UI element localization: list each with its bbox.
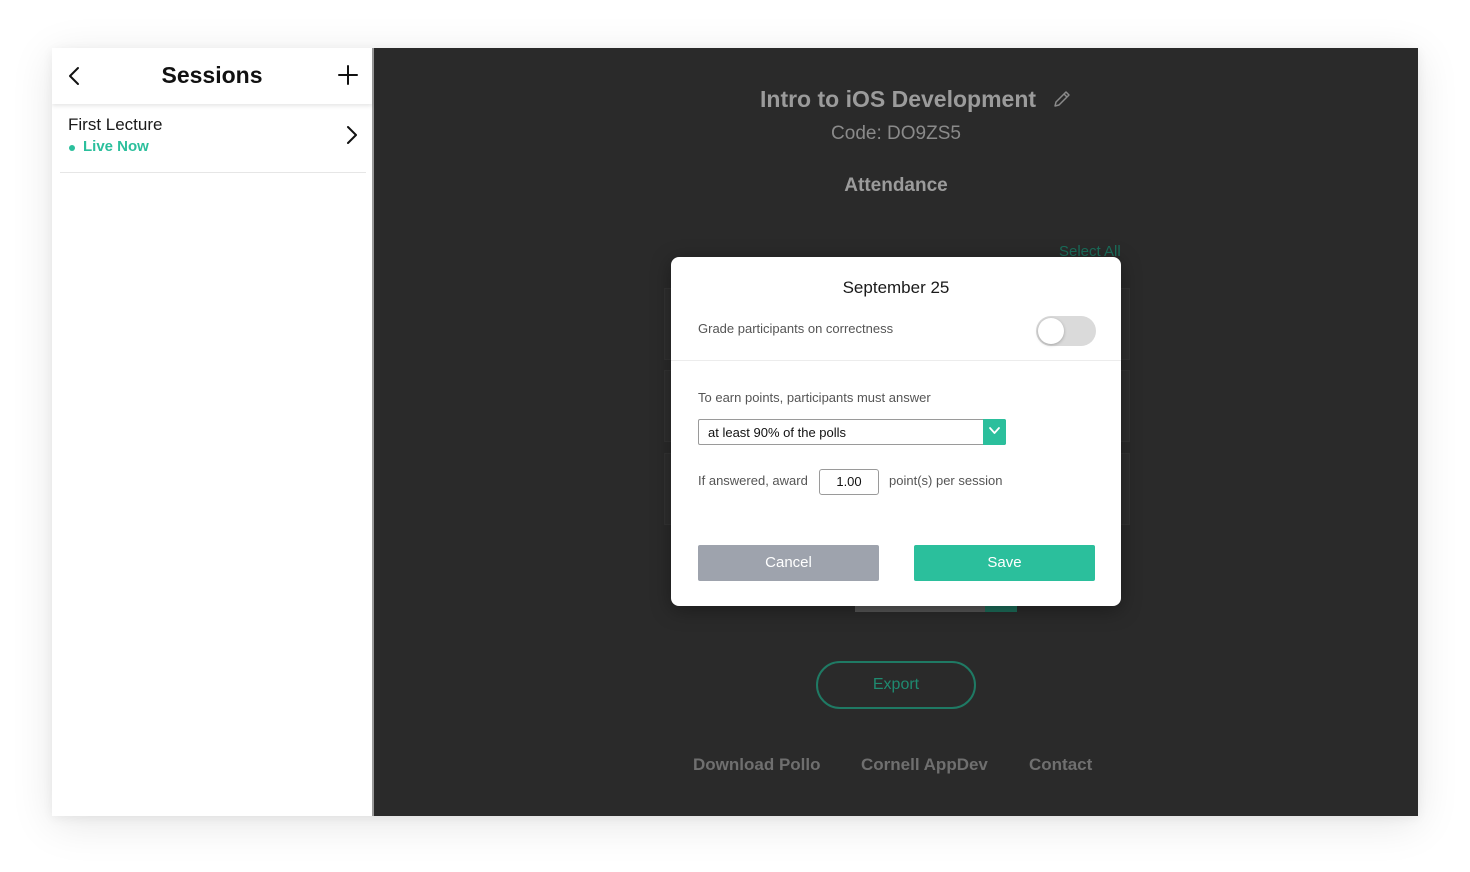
modal-title: September 25	[842, 278, 950, 297]
pencil-icon[interactable]	[1052, 89, 1072, 109]
cancel-button[interactable]: Cancel	[698, 545, 879, 581]
chevron-down-icon	[989, 427, 1000, 434]
session-list-item[interactable]: First Lecture Live Now	[60, 106, 366, 173]
footer-link-contact[interactable]: Contact	[1029, 755, 1092, 775]
chevron-right-icon	[342, 124, 362, 146]
save-button[interactable]: Save	[914, 545, 1095, 581]
dropdown-toggle[interactable]	[983, 419, 1006, 445]
app-window: Sessions First Lecture Live Now Intro to…	[52, 48, 1418, 816]
session-status: Live Now	[83, 138, 149, 155]
award-prefix-label: If answered, award	[698, 473, 808, 488]
modal-divider	[671, 360, 1121, 361]
earn-points-label: To earn points, participants must answer	[698, 390, 931, 405]
grade-correctness-toggle[interactable]	[1036, 316, 1096, 346]
export-button[interactable]: Export	[816, 661, 976, 709]
grading-modal: September 25 Grade participants on corre…	[671, 257, 1121, 606]
sidebar-header: Sessions	[52, 48, 372, 104]
live-indicator-dot	[69, 145, 75, 151]
sidebar-title: Sessions	[161, 62, 263, 88]
session-name: First Lecture	[68, 115, 163, 134]
main-panel: Intro to iOS Development Code: DO9ZS5 At…	[374, 48, 1418, 816]
attendance-heading: Attendance	[844, 175, 948, 196]
footer-link-cornell-appdev[interactable]: Cornell AppDev	[861, 755, 988, 775]
answer-requirement-select[interactable]: at least 90% of the polls	[698, 419, 1006, 445]
footer-link-download-pollo[interactable]: Download Pollo	[693, 755, 821, 775]
award-suffix-label: point(s) per session	[889, 473, 1003, 488]
award-points-input[interactable]: 1.00	[819, 469, 879, 495]
grade-correctness-label: Grade participants on correctness	[698, 321, 894, 336]
plus-icon[interactable]	[336, 63, 360, 87]
sessions-sidebar: Sessions First Lecture Live Now	[52, 48, 374, 816]
course-code: Code: DO9ZS5	[831, 123, 961, 144]
toggle-knob	[1038, 318, 1064, 344]
course-title: Intro to iOS Development	[760, 86, 1037, 112]
answer-requirement-value: at least 90% of the polls	[708, 425, 847, 440]
